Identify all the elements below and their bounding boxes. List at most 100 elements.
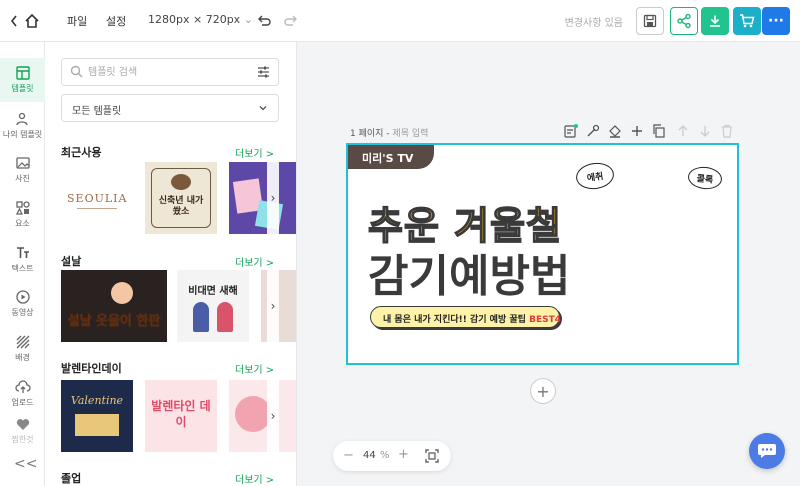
zoom-unit: % xyxy=(380,450,390,461)
cart-icon xyxy=(740,14,755,28)
file-menu[interactable]: 파일 xyxy=(67,13,87,29)
settings-menu[interactable]: 설정 xyxy=(106,13,126,29)
canvas-size-dropdown[interactable]: 1280px × 720px ⌄ xyxy=(148,13,253,26)
page-number: 1 페이지 - xyxy=(350,129,390,139)
chat-support-button[interactable] xyxy=(749,433,785,469)
rail-label: 템플릿 xyxy=(11,84,34,93)
save-status: 변경사항 있음 xyxy=(564,18,623,29)
seollal-title: 설날 옷을이 한판 xyxy=(67,314,161,330)
rail-label: 나의 템플릿 xyxy=(2,130,43,139)
rail-item-my-templates[interactable]: 나의 템플릿 xyxy=(0,104,45,148)
more-options-button[interactable]: ··· xyxy=(762,7,790,35)
search-input[interactable] xyxy=(88,64,248,80)
template-thumb[interactable]: 설날 옷을이 한판 xyxy=(61,270,167,342)
tip-banner[interactable]: 내 몸은 내가 지킨다!! 감기 예방 꿀팁 BEST4 xyxy=(370,306,561,328)
rail-item-photos[interactable]: 사진 xyxy=(0,148,45,192)
arrow-down-icon[interactable] xyxy=(698,124,712,138)
tip-text: 내 몸은 내가 지킨다!! 감기 예방 꿀팁 xyxy=(383,315,526,325)
rail-label: 동영상 xyxy=(11,308,34,317)
template-thumb[interactable]: SEOULIA xyxy=(61,162,133,234)
template-thumb[interactable]: 비대면 새해 xyxy=(177,270,249,342)
section-title-recent: 최근사용 xyxy=(61,146,102,159)
carousel-next-button[interactable]: › xyxy=(267,162,279,234)
speech-bubble-sneeze[interactable]: 에취 xyxy=(574,160,616,192)
share-button[interactable] xyxy=(670,7,698,35)
play-icon xyxy=(15,290,30,304)
valentine-day-title: 발렌타인 데이 xyxy=(151,399,211,429)
valentine-title: Valentine xyxy=(70,394,124,407)
home-button[interactable] xyxy=(10,12,44,30)
collapse-rail-button[interactable]: << xyxy=(14,456,37,472)
zoom-out-button[interactable]: − xyxy=(343,448,354,463)
page-title-input[interactable]: 제목 입력 xyxy=(392,129,428,139)
rail-label: 찜한것 xyxy=(11,435,34,444)
ox-illustration xyxy=(171,174,191,190)
undo-icon[interactable] xyxy=(256,13,272,29)
select-value: 모든 템플릿 xyxy=(72,106,122,117)
carousel-next-button[interactable]: › xyxy=(267,270,279,342)
see-more-valentine[interactable]: 더보기 > xyxy=(235,361,274,376)
add-page-button[interactable]: + xyxy=(530,378,556,404)
page-notes-icon[interactable] xyxy=(564,124,578,138)
save-icon xyxy=(643,14,657,28)
zoom-in-button[interactable]: + xyxy=(398,447,409,462)
template-thumb[interactable] xyxy=(229,380,296,452)
image-icon xyxy=(15,157,30,169)
carousel-next-button[interactable]: › xyxy=(267,380,279,452)
chat-icon xyxy=(758,444,776,458)
fit-screen-icon[interactable] xyxy=(425,449,439,463)
coupon-box xyxy=(75,414,119,436)
template-category-select[interactable]: 모든 템플릿 xyxy=(61,94,279,122)
shapes-icon xyxy=(15,201,30,215)
rail-item-background[interactable]: 배경 xyxy=(0,327,45,371)
arrow-up-icon[interactable] xyxy=(676,124,690,138)
rail-label: 사진 xyxy=(15,174,30,183)
text-icon xyxy=(16,247,29,258)
zoom-value[interactable]: 44 xyxy=(363,450,376,461)
rail-item-text[interactable]: 텍스트 xyxy=(0,238,45,282)
see-more-graduation[interactable]: 더보기 > xyxy=(235,471,274,486)
see-more-recent[interactable]: 더보기 > xyxy=(235,145,274,160)
speech-bubble-cough[interactable]: 콜록 xyxy=(686,165,724,191)
template-thumb[interactable] xyxy=(229,162,296,234)
save-button[interactable] xyxy=(636,7,664,35)
template-thumb[interactable]: 신축년 내가 쐈소 xyxy=(145,162,217,234)
trash-icon[interactable] xyxy=(720,124,734,138)
brand-label[interactable]: 미리'S TV xyxy=(348,145,434,169)
paint-bucket-icon[interactable] xyxy=(608,124,622,138)
magic-wand-icon[interactable] xyxy=(586,124,600,138)
rail-label: 요소 xyxy=(15,219,30,228)
character-illustration xyxy=(193,302,209,332)
copy-icon[interactable] xyxy=(652,124,666,138)
rail-item-templates[interactable]: 템플릿 xyxy=(0,58,45,102)
canvas-size-label: 1280px × 720px xyxy=(148,13,241,26)
seoulia-logo: SEOULIA xyxy=(67,192,128,205)
add-icon[interactable] xyxy=(630,124,644,138)
chevron-right-icon: › xyxy=(270,191,276,205)
left-rail: 템플릿 나의 템플릿 사진 요소 텍스트 동영상 배경 업로드 찜한것 << xyxy=(0,42,45,486)
home-icon xyxy=(10,13,39,28)
filter-icon[interactable] xyxy=(257,66,270,78)
share-icon xyxy=(677,13,691,29)
see-more-seollal[interactable]: 더보기 > xyxy=(235,254,274,269)
rail-item-favorites[interactable]: 찜한것 xyxy=(0,414,45,450)
download-button[interactable] xyxy=(701,7,729,35)
page-label: 1 페이지 - 제목 입력 xyxy=(350,126,428,139)
headline-cold-prevention[interactable]: 감기예방법 xyxy=(368,240,570,304)
flower-decor xyxy=(235,396,271,432)
template-thumb[interactable]: Valentine xyxy=(61,380,133,452)
redo-icon[interactable] xyxy=(283,13,299,29)
template-panel: 모든 템플릿 최근사용 더보기 > SEOULIA 신축년 내가 쐈소 › 설날… xyxy=(45,42,297,486)
character-illustration xyxy=(111,282,133,304)
zoom-control: − 44 % + xyxy=(333,441,451,471)
download-icon xyxy=(710,15,720,27)
design-canvas[interactable]: 미리'S TV 에취 콜록 추운 겨울철 감기예방법 내 몸은 내가 지킨다!!… xyxy=(346,143,739,365)
template-search xyxy=(61,58,279,86)
chevron-right-icon: › xyxy=(270,409,276,423)
rail-item-upload[interactable]: 업로드 xyxy=(0,372,45,416)
cart-button[interactable] xyxy=(733,7,761,35)
rail-item-elements[interactable]: 요소 xyxy=(0,193,45,237)
template-thumb[interactable]: 발렌타인 데이 xyxy=(145,380,217,452)
bubble-text: 콜록 xyxy=(696,173,714,186)
rail-item-video[interactable]: 동영상 xyxy=(0,282,45,326)
